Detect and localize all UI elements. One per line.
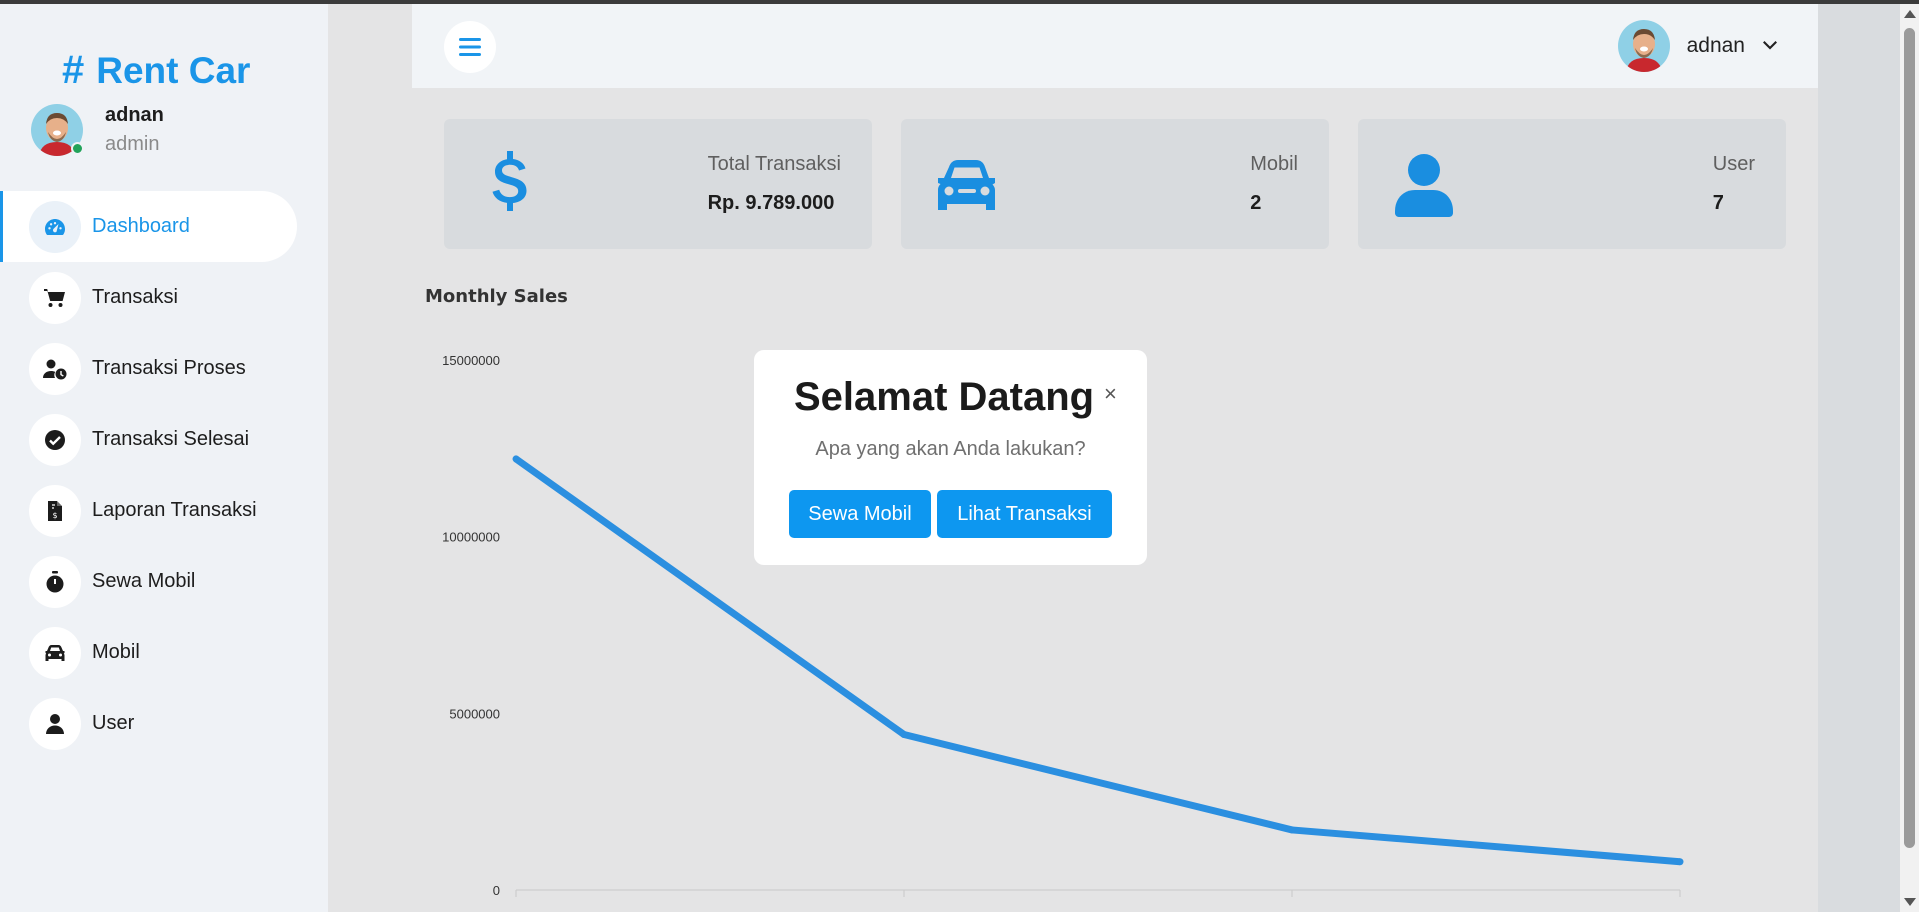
profile-name: adnan [105,104,164,126]
brand-title: Rent Car [96,49,251,91]
hash-icon: # [62,48,85,92]
sales-data-point[interactable] [1288,826,1296,834]
stat-card-title: Mobil [1250,153,1298,175]
sidebar-item-mobil[interactable]: Mobil [0,617,328,688]
avatar [1617,20,1670,72]
stat-card-title: Total Transaksi [707,153,841,175]
sidebar-item-label: User [92,712,135,734]
sidebar-item-label: Transaksi [92,286,178,308]
stat-card-mobil: Mobil 2 [901,119,1329,249]
user-dropdown[interactable]: adnan [1617,20,1778,72]
dollar-icon [474,149,546,221]
scroll-down-arrow-icon[interactable] [1904,898,1916,906]
stat-card-user: User 7 [1358,119,1786,249]
sidebar-item-laporan-transaksi[interactable]: $ Laporan Transaksi [0,475,328,546]
sidebar-item-label: Laporan Transaksi [92,499,257,521]
close-icon[interactable]: × [1104,381,1117,407]
stopwatch-icon [29,555,81,608]
car-icon [29,626,81,679]
avatar [31,104,84,156]
sidebar-item-user[interactable]: User [0,688,328,759]
sewa-mobil-button[interactable]: Sewa Mobil [789,490,931,538]
sidebar: # Rent Car adnan admin Dashboard Transak… [0,4,328,912]
svg-text:$: $ [53,511,58,520]
header-user-name: adnan [1686,34,1745,57]
y-tick-label: 15000000 [442,353,500,368]
sidebar-item-label: Dashboard [92,215,190,237]
chevron-down-icon [1762,36,1778,57]
lihat-transaksi-button[interactable]: Lihat Transaksi [937,490,1112,538]
sidebar-item-label: Transaksi Selesai [92,428,250,450]
sidebar-item-label: Sewa Mobil [92,570,196,592]
sales-data-point[interactable] [900,731,908,739]
chart-title: Monthly Sales [425,286,568,307]
page-right-gutter [1818,4,1900,912]
modal-subtitle: Apa yang akan Anda lakukan? [815,438,1086,460]
stat-card-total-transaksi: Total Transaksi Rp. 9.789.000 [444,119,872,249]
sidebar-item-label: Transaksi Proses [92,357,246,379]
stat-card-value: 7 [1712,192,1724,214]
stat-card-value: 2 [1250,192,1262,214]
stat-card-text: Total Transaksi Rp. 9.789.000 [708,153,841,215]
user-clock-icon [29,342,81,395]
sidebar-item-transaksi-selesai[interactable]: Transaksi Selesai [0,404,328,475]
stat-card-text: User 7 [1713,153,1755,215]
vertical-scrollbar[interactable] [1900,4,1919,912]
y-tick-label: 10000000 [442,530,500,545]
modal-title: Selamat Datang [794,375,1095,419]
stat-card-title: User [1712,153,1755,175]
welcome-modal: Selamat Datang × Apa yang akan Anda laku… [754,350,1147,565]
stat-card-text: Mobil 2 [1250,153,1298,215]
y-tick-label: 5000000 [449,706,500,721]
sales-data-point[interactable] [512,455,520,463]
sidebar-item-transaksi-proses[interactable]: Transaksi Proses [0,333,328,404]
top-header: adnan [412,4,1818,88]
scrollbar-thumb[interactable] [1904,28,1915,848]
sales-data-point[interactable] [1676,858,1684,866]
profile-role: admin [105,133,160,155]
brand-logo[interactable]: # Rent Car [62,48,250,93]
online-status-icon [71,142,84,155]
sidebar-toggle-button[interactable] [444,21,496,73]
user-icon [29,697,81,750]
scroll-up-arrow-icon[interactable] [1904,10,1916,18]
dashboard-gauge-icon [29,200,81,253]
y-tick-label: 0 [493,883,500,898]
hamburger-icon [459,38,481,56]
sidebar-item-sewa-mobil[interactable]: Sewa Mobil [0,546,328,617]
car-icon [931,149,1003,221]
check-circle-icon [29,413,81,466]
sidebar-menu: Dashboard Transaksi Transaksi Proses Tra… [0,191,328,759]
sidebar-item-transaksi[interactable]: Transaksi [0,262,328,333]
invoice-file-icon: $ [29,484,81,537]
sidebar-item-label: Mobil [92,641,140,663]
sidebar-item-dashboard[interactable]: Dashboard [0,191,297,262]
sidebar-profile: adnan admin [31,104,164,156]
user-icon [1388,149,1460,221]
stat-card-value: Rp. 9.789.000 [707,192,835,214]
shopping-cart-icon [29,271,81,324]
